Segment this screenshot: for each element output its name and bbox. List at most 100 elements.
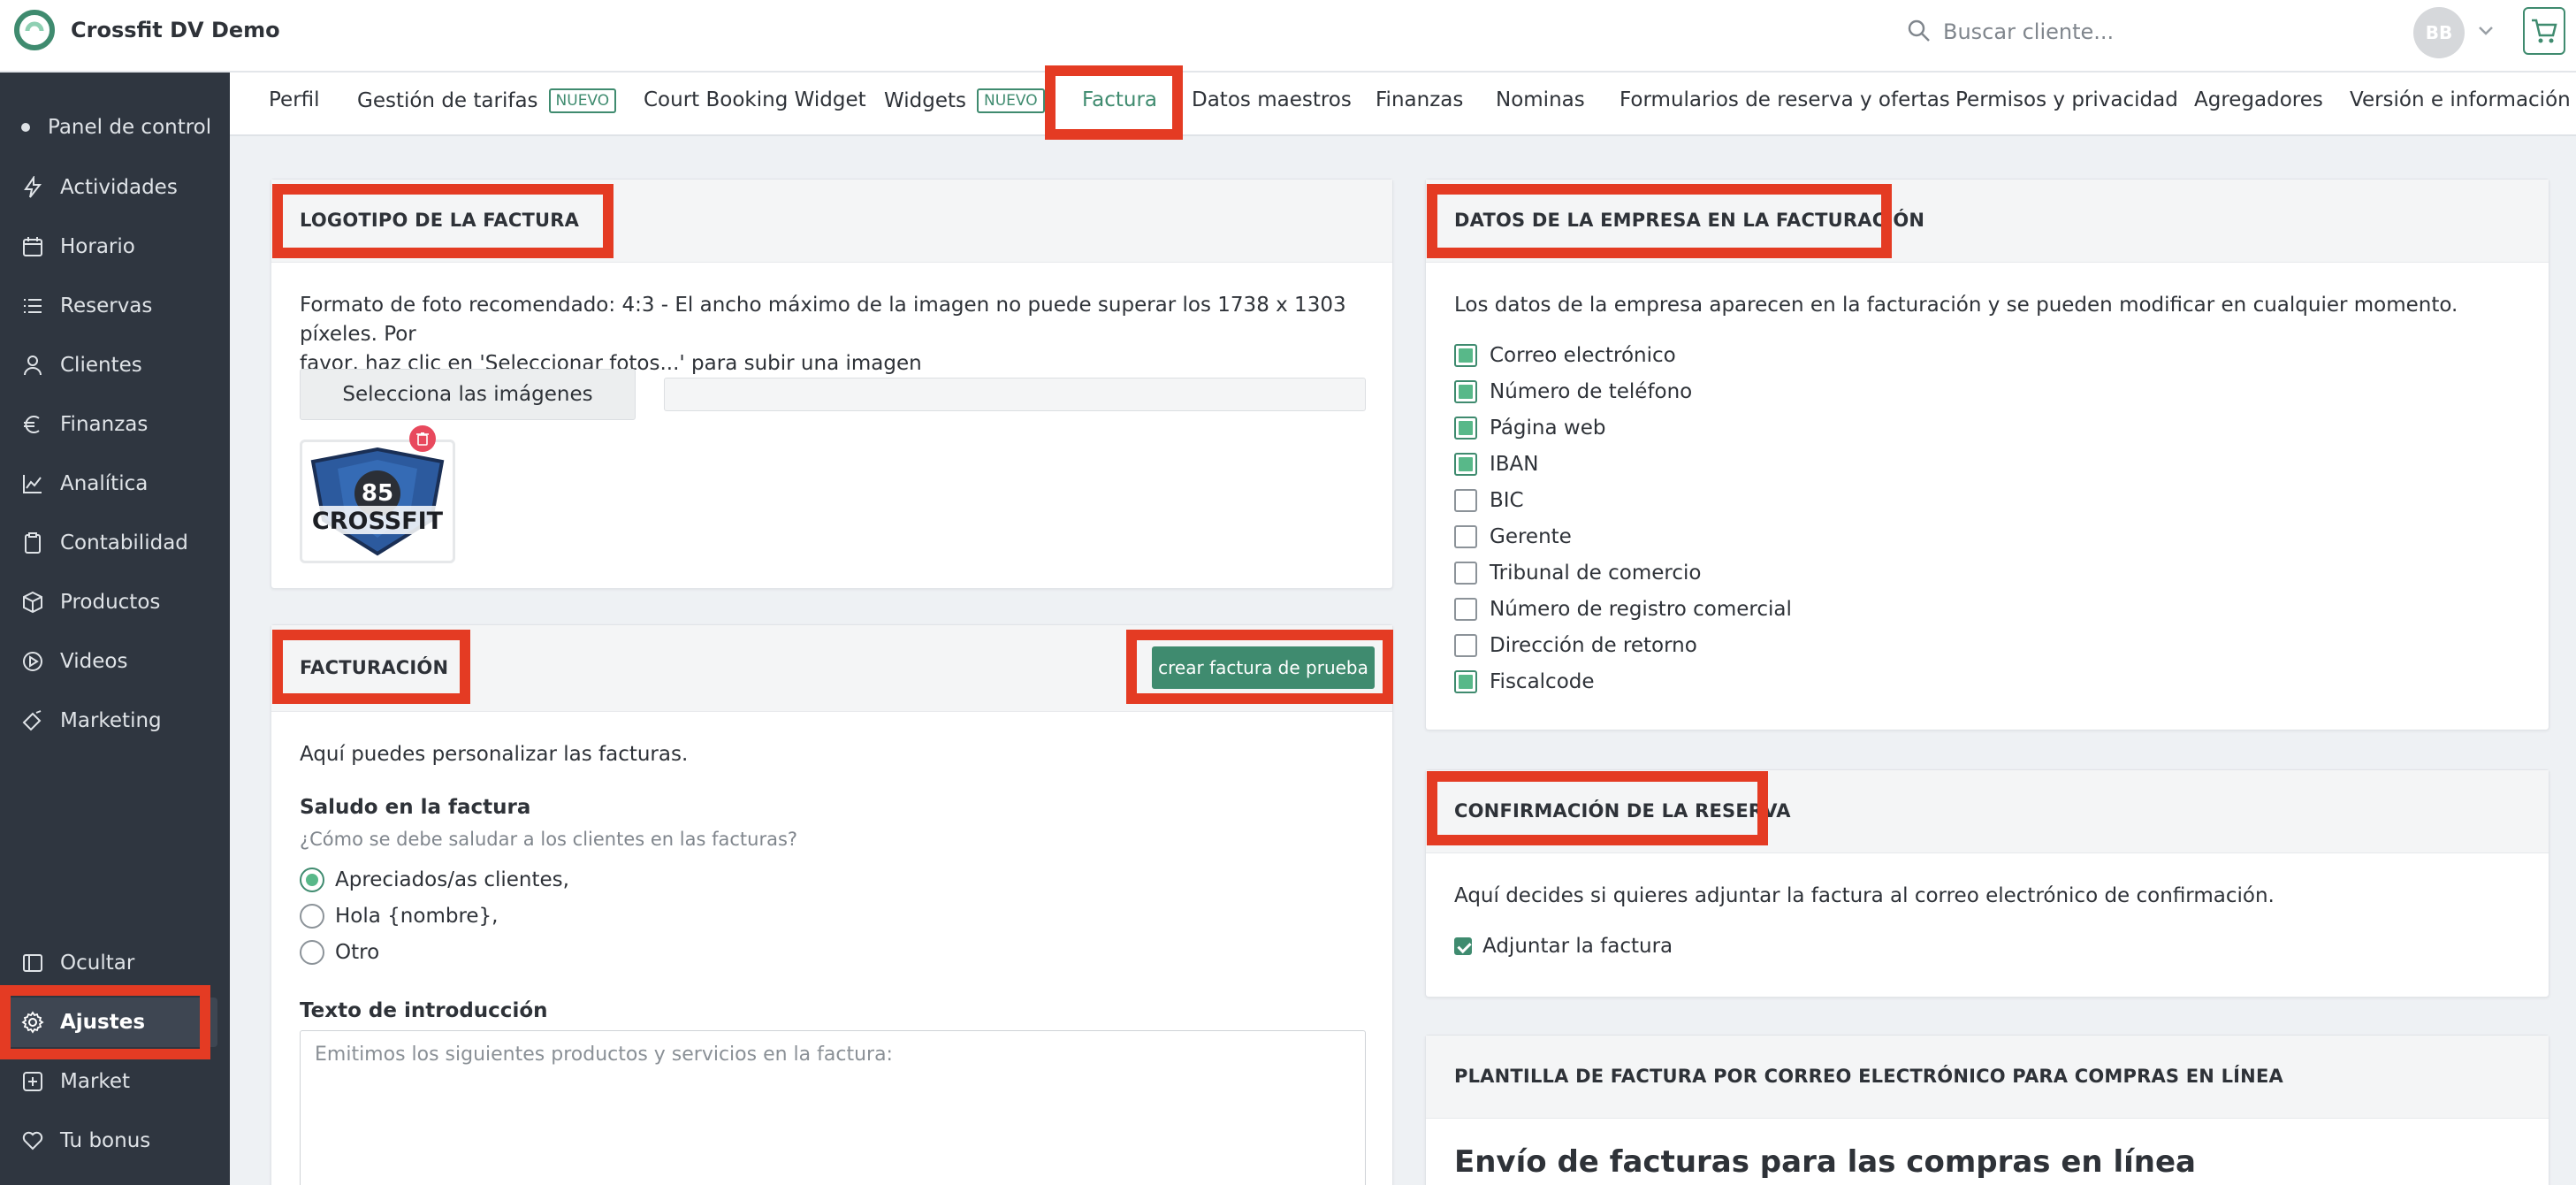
- checkbox[interactable]: [1454, 525, 1477, 548]
- company-field-iban[interactable]: IBAN: [1454, 453, 1539, 476]
- sidebar-item-panel[interactable]: Panel de control: [0, 103, 230, 152]
- tab-perfil[interactable]: Perfil: [269, 88, 320, 111]
- checkbox-label: Número de teléfono: [1490, 380, 1693, 403]
- sidebar-item-videos[interactable]: Videos: [0, 637, 230, 686]
- company-field-phone[interactable]: Número de teléfono: [1454, 380, 1692, 403]
- greeting-option[interactable]: Otro: [300, 940, 379, 965]
- app-title: Crossfit DV Demo: [71, 18, 280, 42]
- company-field-fiscalcode[interactable]: Fiscalcode: [1454, 670, 1595, 693]
- card-header: DATOS DE LA EMPRESA EN LA FACTURACIÓN: [1426, 180, 2549, 263]
- sidebar-item-label: Actividades: [60, 176, 178, 199]
- gear-icon: [19, 1009, 46, 1036]
- logo-thumbnail[interactable]: 85 CROSSFIT: [300, 440, 455, 563]
- checkbox[interactable]: [1454, 489, 1477, 512]
- checkbox[interactable]: [1454, 634, 1477, 657]
- checkbox[interactable]: [1454, 670, 1477, 693]
- checkbox[interactable]: [1454, 562, 1477, 585]
- create-test-invoice-button[interactable]: crear factura de prueba: [1152, 646, 1375, 689]
- sidebar-item-horario[interactable]: Horario: [0, 222, 230, 271]
- sidebar-item-reservas[interactable]: Reservas: [0, 281, 230, 331]
- checkbox[interactable]: [1454, 598, 1477, 621]
- tab-formularios[interactable]: Formularios de reserva y ofertas: [1620, 88, 1950, 111]
- checkbox-label: Correo electrónico: [1490, 344, 1676, 367]
- sidebar-item-marketing[interactable]: Marketing: [0, 696, 230, 745]
- checkbox-label: Página web: [1490, 417, 1606, 440]
- sidebar-item-label: Ocultar: [60, 952, 135, 975]
- greeting-option[interactable]: Apreciados/as clientes,: [300, 868, 569, 892]
- tab-agregadores[interactable]: Agregadores: [2194, 88, 2323, 111]
- card-header: PLANTILLA DE FACTURA POR CORREO ELECTRÓN…: [1426, 1036, 2549, 1119]
- card-title: FACTURACIÓN: [300, 657, 449, 678]
- tab-factura[interactable]: Factura: [1082, 88, 1157, 111]
- company-field-return-address[interactable]: Dirección de retorno: [1454, 634, 1697, 657]
- checkbox-label: Gerente: [1490, 525, 1572, 548]
- app-logo-icon[interactable]: [14, 10, 55, 50]
- search-input[interactable]: [1943, 14, 2359, 50]
- greeting-label: Saludo en la factura: [300, 796, 531, 819]
- sidebar-item-label: Ajustes: [60, 1011, 146, 1034]
- greeting-help: ¿Cómo se debe saludar a los clientes en …: [300, 829, 798, 850]
- checkbox[interactable]: [1454, 453, 1477, 476]
- logo-format-help: Formato de foto recomendado: 4:3 - El an…: [300, 291, 1378, 378]
- tab-label: Gestión de tarifas: [357, 89, 538, 112]
- tab-finanzas[interactable]: Finanzas: [1376, 88, 1463, 111]
- avatar[interactable]: BB: [2413, 7, 2465, 58]
- sidebar-item-label: Finanzas: [60, 413, 149, 436]
- sidebar-item-market[interactable]: Market: [0, 1057, 230, 1106]
- tab-nominas[interactable]: Nominas: [1496, 88, 1585, 111]
- sidebar-item-label: Marketing: [60, 709, 162, 732]
- company-field-registry[interactable]: Número de registro comercial: [1454, 598, 1792, 621]
- cart-button[interactable]: [2523, 7, 2565, 55]
- cart-icon: [2532, 19, 2557, 43]
- intro-text-label: Texto de introducción: [300, 999, 548, 1022]
- sidebar-item-ocultar[interactable]: Ocultar: [0, 938, 230, 988]
- company-field-manager[interactable]: Gerente: [1454, 525, 1572, 548]
- sidebar-item-clientes[interactable]: Clientes: [0, 340, 230, 390]
- sidebar-item-contabilidad[interactable]: Contabilidad: [0, 518, 230, 568]
- new-badge: NUEVO: [976, 88, 1045, 113]
- company-field-email[interactable]: Correo electrónico: [1454, 344, 1676, 367]
- tab-version[interactable]: Versión e información: [2350, 88, 2571, 111]
- sidebar-item-actividades[interactable]: Actividades: [0, 163, 230, 212]
- sidebar-item-ajustes[interactable]: Ajustes: [0, 998, 217, 1047]
- tab-permisos[interactable]: Permisos y privacidad: [1955, 88, 2178, 111]
- lightning-icon: [19, 174, 46, 201]
- sidebar-item-finanzas[interactable]: Finanzas: [0, 400, 230, 449]
- greeting-option[interactable]: Hola {nombre},: [300, 904, 499, 929]
- radio-button[interactable]: [300, 868, 324, 892]
- search-box[interactable]: [1906, 14, 2366, 50]
- search-icon: [1908, 19, 1930, 42]
- checkbox[interactable]: [1454, 344, 1477, 367]
- company-field-web[interactable]: Página web: [1454, 417, 1605, 440]
- attach-invoice-option[interactable]: Adjuntar la factura: [1454, 935, 1673, 958]
- checkbox[interactable]: [1454, 380, 1477, 403]
- user-icon: [19, 352, 46, 378]
- chevron-down-icon[interactable]: [2475, 19, 2496, 41]
- new-badge: NUEVO: [548, 88, 617, 113]
- sidebar-item-label: Market: [60, 1070, 131, 1093]
- card-title: DATOS DE LA EMPRESA EN LA FACTURACIÓN: [1454, 210, 1925, 231]
- radio-button[interactable]: [300, 940, 324, 965]
- box-icon: [19, 589, 46, 615]
- intro-text-input[interactable]: [300, 1030, 1366, 1185]
- sidebar-item-bonus[interactable]: Tu bonus: [0, 1116, 230, 1166]
- logo-card: LOGOTIPO DE LA FACTURA Formato de foto r…: [271, 179, 1393, 589]
- company-field-bic[interactable]: BIC: [1454, 489, 1524, 512]
- sidebar-item-productos[interactable]: Productos: [0, 577, 230, 627]
- company-field-court[interactable]: Tribunal de comercio: [1454, 562, 1701, 585]
- tab-widgets[interactable]: Widgets NUEVO: [884, 88, 1045, 113]
- checkbox[interactable]: [1454, 417, 1477, 440]
- tab-datos-maestros[interactable]: Datos maestros: [1192, 88, 1352, 111]
- tab-tarifas[interactable]: Gestión de tarifas NUEVO: [357, 88, 617, 113]
- help-line: Formato de foto recomendado: 4:3 - El an…: [300, 294, 1346, 346]
- checkbox[interactable]: [1454, 937, 1472, 955]
- top-bar: Crossfit DV Demo BB: [0, 0, 2576, 73]
- select-images-button[interactable]: Selecciona las imágenes: [300, 369, 636, 420]
- radio-button[interactable]: [300, 904, 324, 929]
- email-template-heading: Envío de facturas para las compras en lí…: [1454, 1144, 2196, 1180]
- sidebar-item-analitica[interactable]: Analítica: [0, 459, 230, 508]
- delete-logo-button[interactable]: [409, 425, 436, 452]
- tab-court-booking[interactable]: Court Booking Widget: [644, 88, 866, 111]
- checkbox-label: Adjuntar la factura: [1482, 935, 1673, 958]
- file-name-field[interactable]: [664, 378, 1366, 411]
